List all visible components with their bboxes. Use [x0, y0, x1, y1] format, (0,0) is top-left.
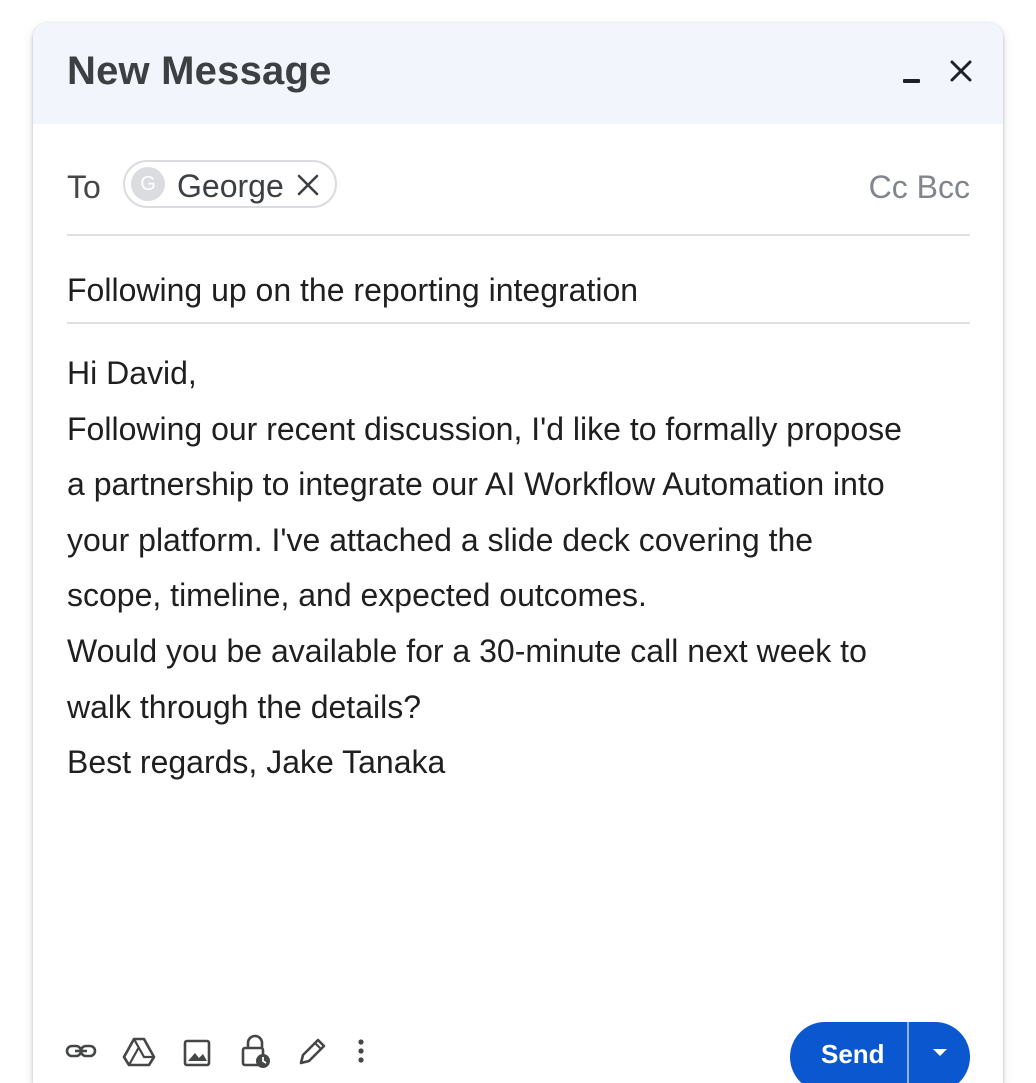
cc-button[interactable]: Cc	[869, 169, 908, 205]
close-icon	[950, 60, 972, 82]
send-label: Send	[821, 1039, 885, 1069]
close-button[interactable]	[943, 53, 979, 89]
subject-row[interactable]: Following up on the reporting integratio…	[67, 234, 970, 324]
body-line: a partnership to integrate our AI Workfl…	[67, 466, 885, 503]
subject-field[interactable]: Following up on the reporting integratio…	[67, 272, 638, 309]
body-line: Best regards, Jake Tanaka	[67, 744, 446, 781]
compose-header[interactable]: New Message	[33, 23, 1003, 124]
window-title: New Message	[67, 49, 332, 93]
more-send-options-button[interactable]	[909, 1022, 970, 1083]
body-line: walk through the details?	[67, 688, 421, 725]
send-button[interactable]: Send	[790, 1022, 907, 1083]
body-line: scope, timeline, and expected outcomes.	[67, 577, 647, 614]
body-line: Would you be available for a 30-minute c…	[67, 632, 867, 669]
minimize-icon	[903, 79, 920, 83]
close-icon	[297, 174, 319, 196]
compose-window: New Message To G George Cc Bcc Following…	[33, 23, 1003, 1083]
to-label: To	[67, 169, 101, 205]
caret-down-icon	[933, 1049, 947, 1056]
remove-recipient-button[interactable]	[295, 172, 321, 198]
recipient-chip[interactable]: G George	[123, 160, 337, 208]
send-button-group: Send	[790, 1022, 970, 1083]
minimize-button[interactable]	[895, 53, 931, 89]
body-line: Following our recent discussion, I'd lik…	[67, 410, 902, 447]
recipients-row[interactable]: To G George Cc Bcc	[67, 124, 970, 236]
bcc-button[interactable]: Bcc	[917, 169, 970, 205]
recipient-name: George	[177, 168, 284, 204]
avatar: G	[131, 167, 165, 201]
cc-bcc-links: Cc Bcc	[869, 169, 970, 206]
body-line: your platform. I've attached a slide dec…	[67, 521, 814, 558]
body-line: Hi David,	[67, 355, 197, 391]
message-body[interactable]: Hi David, Following our recent discussio…	[67, 346, 977, 791]
